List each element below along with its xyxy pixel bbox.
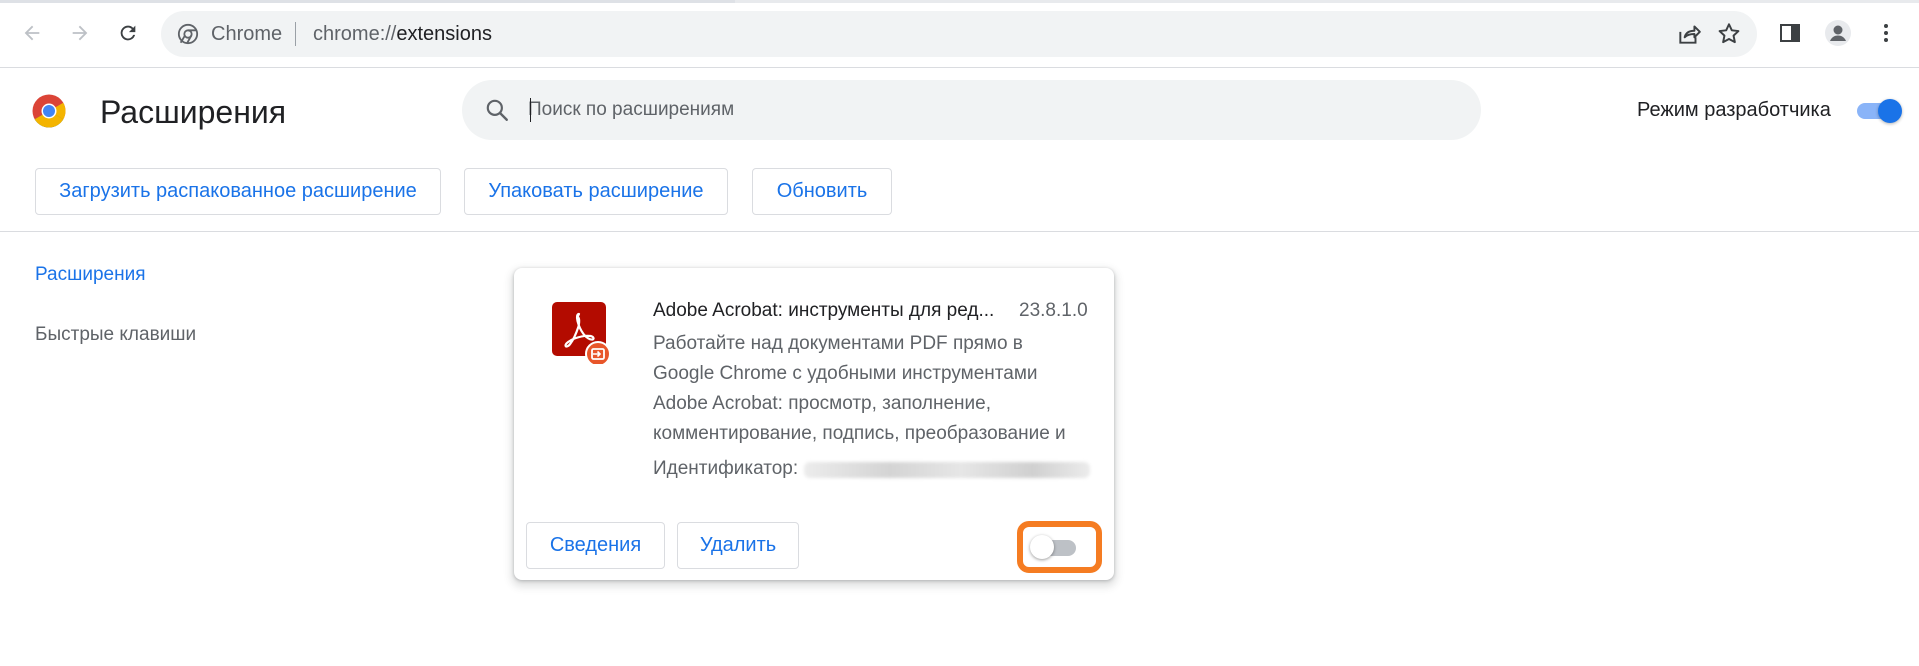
omnibox-site-label: Chrome bbox=[211, 23, 283, 45]
back-button[interactable] bbox=[14, 15, 50, 51]
url-scheme: chrome:// bbox=[313, 23, 397, 45]
adobe-acrobat-icon bbox=[552, 302, 610, 364]
url-host: extensions bbox=[396, 23, 492, 45]
developer-mode-toggle[interactable] bbox=[1855, 96, 1903, 124]
reload-button[interactable] bbox=[110, 15, 146, 51]
side-panel-button[interactable] bbox=[1775, 18, 1805, 48]
developer-mode-label: Режим разработчика bbox=[1637, 99, 1831, 121]
extension-description: Работайте над документами PDF прямо в Go… bbox=[653, 329, 1093, 449]
forward-button[interactable] bbox=[62, 15, 98, 51]
search-input[interactable] bbox=[528, 92, 1428, 128]
chrome-site-icon bbox=[177, 23, 199, 45]
tab-strip-edge bbox=[0, 0, 735, 3]
description-line: Adobe Acrobat: просмотр, заполнение, bbox=[653, 393, 991, 414]
share-icon[interactable] bbox=[1676, 21, 1702, 47]
menu-button[interactable] bbox=[1871, 18, 1901, 48]
description-line: Работайте над документами PDF прямо в bbox=[653, 333, 1023, 354]
page-title: Расширения bbox=[100, 94, 287, 130]
star-icon[interactable] bbox=[1716, 21, 1742, 47]
omnibox-separator bbox=[295, 22, 296, 46]
omnibox[interactable]: Chrome chrome://extensions bbox=[161, 11, 1757, 57]
back-arrow-icon bbox=[24, 25, 40, 41]
pack-extension-button[interactable]: Упаковать расширение bbox=[464, 168, 728, 215]
chrome-logo-icon bbox=[32, 94, 66, 128]
header-divider bbox=[0, 231, 1919, 232]
extension-name: Adobe Acrobat: инструменты для ред... bbox=[653, 300, 995, 321]
profile-icon bbox=[1825, 20, 1851, 46]
omnibox-url[interactable]: chrome://extensions bbox=[313, 23, 492, 45]
toggle-knob bbox=[1878, 99, 1902, 123]
update-button[interactable]: Обновить bbox=[752, 168, 892, 215]
text-caret bbox=[530, 98, 531, 122]
extension-card: Adobe Acrobat: инструменты для ред... 23… bbox=[514, 268, 1114, 580]
tab-strip-edge-right bbox=[735, 0, 1919, 3]
extension-version: 23.8.1.0 bbox=[1019, 300, 1088, 321]
extension-enable-toggle[interactable] bbox=[1030, 532, 1082, 562]
reload-icon bbox=[120, 25, 136, 41]
side-panel-icon bbox=[1780, 24, 1800, 42]
extension-id-blurred bbox=[804, 462, 1090, 478]
remove-button[interactable]: Удалить bbox=[677, 522, 799, 569]
search-icon bbox=[486, 99, 508, 121]
sidebar-item-shortcuts[interactable]: Быстрые клавиши bbox=[35, 323, 196, 347]
extension-id-label: Идентификатор: bbox=[653, 458, 799, 479]
description-line: Google Chrome с удобными инструментами bbox=[653, 363, 1038, 384]
sidebar-item-extensions[interactable]: Расширения bbox=[35, 263, 146, 287]
profile-button[interactable] bbox=[1823, 18, 1853, 48]
toggle-knob bbox=[1030, 535, 1054, 559]
forward-arrow-icon bbox=[72, 25, 88, 41]
description-line: комментирование, подпись, преобразование… bbox=[653, 423, 1066, 444]
details-button[interactable]: Сведения bbox=[526, 522, 665, 569]
search-box[interactable] bbox=[462, 80, 1481, 140]
more-vert-icon bbox=[1884, 24, 1888, 42]
browser-toolbar: Chrome chrome://extensions bbox=[0, 0, 1919, 68]
load-unpacked-button[interactable]: Загрузить распакованное расширение bbox=[35, 168, 441, 215]
